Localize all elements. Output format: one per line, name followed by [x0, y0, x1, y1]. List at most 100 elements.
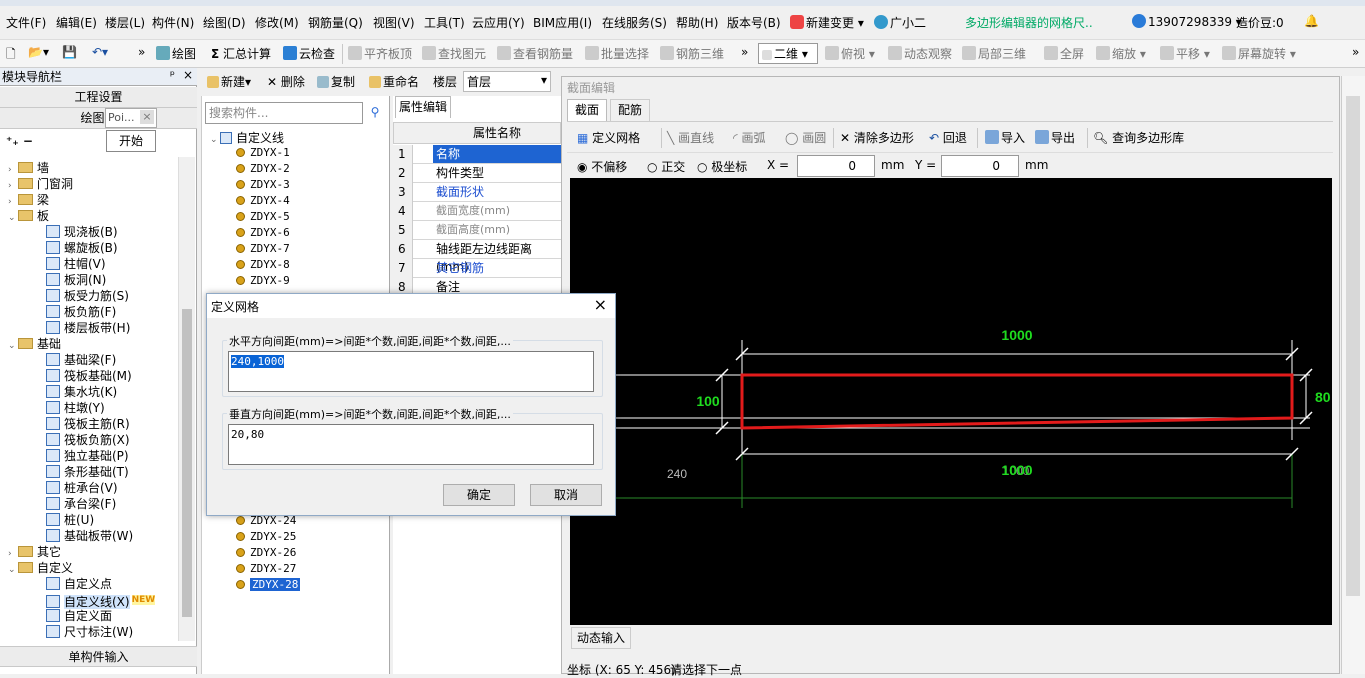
nav-tree-item[interactable]: 自定义点 [46, 576, 112, 592]
props-row[interactable]: 7 其它钢筋 [393, 259, 561, 278]
draw-circle-button[interactable]: ◯ 画圆 [785, 129, 826, 146]
nav-tree-item[interactable]: 板受力筋(S) [46, 288, 129, 304]
component-item[interactable]: ZDYX-1 [236, 145, 290, 161]
menu-item[interactable]: 工具(T) [424, 14, 465, 31]
draw-button[interactable]: 绘图 [156, 45, 196, 62]
close-icon[interactable]: × [183, 68, 193, 82]
chevron-down-icon[interactable]: ⌄ [8, 210, 18, 226]
component-item[interactable]: ZDYX-2 [236, 161, 290, 177]
chevron-down-icon[interactable]: ⌄ [8, 338, 18, 354]
expand-collapse-icon[interactable]: ⁺₊ − [6, 134, 33, 148]
draw-arc-button[interactable]: ◜ 画弧 [733, 129, 766, 146]
menu-item[interactable]: 在线服务(S) [602, 14, 667, 31]
nav-tree-item[interactable]: 自定义面 [46, 608, 112, 624]
component-item[interactable]: ZDYX-3 [236, 177, 290, 193]
start-button[interactable]: 开始 [106, 130, 156, 152]
chevron-down-icon[interactable]: ⌄ [8, 562, 18, 578]
radio-ortho[interactable]: ○ 正交 [647, 158, 685, 175]
open-file-icon[interactable]: 📂▾ [28, 45, 49, 59]
component-item[interactable]: ZDYX-8 [236, 257, 290, 273]
project-settings-button[interactable]: 工程设置 [0, 87, 197, 108]
nav-tree-item[interactable]: 柱墩(Y) [46, 400, 105, 416]
floor-select[interactable]: 首层 ▾ [463, 71, 551, 92]
menu-item[interactable]: 版本号(B) [727, 14, 781, 31]
view-rebar-button[interactable]: 查看钢筋量 [497, 45, 573, 62]
nav-tree-item[interactable]: 板洞(N) [46, 272, 106, 288]
nav-tree-item[interactable]: ⌄ 基础 [8, 336, 61, 352]
nav-tree-item[interactable]: 桩(U) [46, 512, 94, 528]
find-elem-button[interactable]: 查找图元 [422, 45, 486, 62]
new-component-button[interactable]: 新建▾ [207, 73, 251, 90]
v-spacing-input[interactable]: 20,80 [228, 424, 594, 465]
ok-button[interactable]: 确定 [443, 484, 515, 506]
batch-select-button[interactable]: 批量选择 [585, 45, 649, 62]
component-item[interactable]: ZDYX-7 [236, 241, 290, 257]
tab-properties[interactable]: 属性编辑 [395, 96, 451, 118]
flat-top-button[interactable]: 平齐板顶 [348, 45, 412, 62]
nav-tree-item[interactable]: 筏板主筋(R) [46, 416, 130, 432]
nav-tree-item[interactable]: 现浇板(B) [46, 224, 118, 240]
component-item[interactable]: ZDYX-26 [236, 545, 296, 561]
scroll-thumb[interactable] [182, 309, 192, 617]
more-chevron-icon[interactable]: » [138, 45, 145, 59]
copy-component-button[interactable]: 复制 [317, 73, 355, 90]
query-lib-button[interactable]: 🔍︎ 查询多边形库 [1093, 129, 1184, 146]
nav-tree-item[interactable]: › 梁 [8, 192, 49, 208]
canvas-svg[interactable]: 1000 100 80 1000 1000 240 [570, 178, 1332, 625]
nav-tree-item[interactable]: 自定义线(X) NEW [46, 592, 156, 609]
props-row[interactable]: 3 截面形状 [393, 183, 561, 202]
nav-tree-item[interactable]: 柱帽(V) [46, 256, 106, 272]
menu-item[interactable]: 修改(M) [255, 14, 299, 31]
props-row[interactable]: 1 名称 [393, 145, 561, 164]
search-icon[interactable]: ⚲ [365, 102, 385, 124]
nav-tree-item[interactable]: 桩承台(V) [46, 480, 118, 496]
delete-component-button[interactable]: ✕ 删除 [267, 73, 305, 90]
undo-button[interactable]: ↶ 回退 [929, 129, 967, 146]
component-item[interactable]: ZDYX-6 [236, 225, 290, 241]
radio-polar[interactable]: ○ 极坐标 [697, 158, 747, 175]
nav-tree-item[interactable]: 独立基础(P) [46, 448, 129, 464]
zoom-button[interactable]: 缩放 ▾ [1096, 45, 1146, 62]
dialog-close-icon[interactable]: × [594, 295, 607, 314]
fullscreen-button[interactable]: 全屏 [1044, 45, 1084, 62]
component-item[interactable]: ZDYX-9 [236, 273, 290, 289]
rotate-button[interactable]: 屏幕旋转 ▾ [1222, 45, 1296, 62]
menu-item[interactable]: 绘图(D) [203, 14, 246, 31]
radio-no-offset[interactable]: ◉ 不偏移 [577, 158, 627, 175]
menu-item[interactable]: 钢筋量(Q) [308, 14, 363, 31]
component-item[interactable]: ZDYX-5 [236, 209, 290, 225]
nav-scrollbar[interactable] [178, 157, 195, 641]
export-button[interactable]: 导出 [1035, 129, 1075, 146]
import-button[interactable]: 导入 [985, 129, 1025, 146]
sum-button[interactable]: Σ 汇总计算 [211, 45, 271, 62]
notice-link[interactable]: 多边形编辑器的网格尺.. [965, 14, 1093, 31]
nav-tree-item[interactable]: ⌄ 板 [8, 208, 49, 224]
draw-line-button[interactable]: ╲ 画直线 [667, 129, 714, 146]
define-grid-button[interactable]: ▦ 定义网格 [577, 129, 640, 146]
menu-item[interactable]: 编辑(E) [56, 14, 97, 31]
cancel-button[interactable]: 取消 [530, 484, 602, 506]
nav-tree-item[interactable]: 条形基础(T) [46, 464, 129, 480]
menu-item[interactable]: 帮助(H) [676, 14, 718, 31]
props-row[interactable]: 6 轴线距左边线距离(mm) [393, 240, 561, 274]
component-item[interactable]: ZDYX-4 [236, 193, 290, 209]
props-row[interactable]: 5 截面高度(mm) [393, 221, 561, 240]
dyn-obs-button[interactable]: 动态观察 [888, 45, 952, 62]
assistant-button[interactable]: 广小二 [874, 14, 926, 31]
local-3d-button[interactable]: 局部三维 [962, 45, 1026, 62]
undo-icon[interactable]: ↶▾ [92, 45, 108, 59]
right-scroll-thumb[interactable] [1346, 96, 1360, 596]
new-file-icon[interactable]: 🗋 [6, 45, 16, 66]
user-account[interactable]: 13907298339 ▾ [1132, 14, 1242, 29]
nav-tree-item[interactable]: 筏板基础(M) [46, 368, 132, 384]
props-row[interactable]: 2 构件类型 [393, 164, 561, 183]
props-row[interactable]: 4 截面宽度(mm) [393, 202, 561, 221]
menu-item[interactable]: 视图(V) [373, 14, 415, 31]
nav-tree-item[interactable]: 集水坑(K) [46, 384, 117, 400]
menu-item[interactable]: 文件(F) [6, 14, 46, 31]
menu-item[interactable]: 云应用(Y) [472, 14, 525, 31]
search-input[interactable]: 搜索构件... [205, 102, 363, 124]
nav-tree-item[interactable]: › 墙 [8, 160, 49, 176]
nav-tree-item[interactable]: 筏板负筋(X) [46, 432, 130, 448]
view-mode-select[interactable]: 二维 ▾ [758, 43, 818, 64]
